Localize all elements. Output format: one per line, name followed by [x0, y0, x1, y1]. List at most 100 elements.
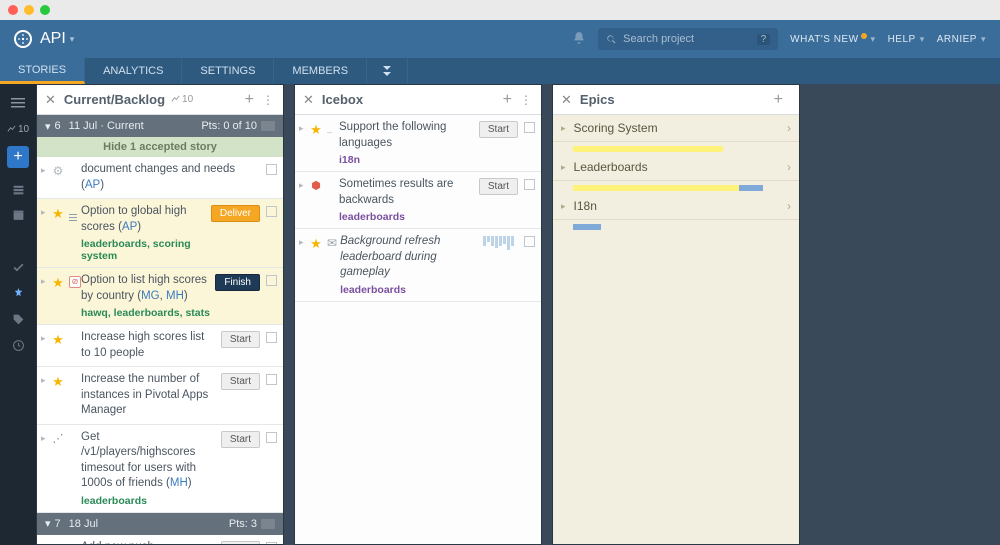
tab-stories[interactable]: STORIES — [0, 58, 85, 84]
story-title: Get /v1/players/highscores timesout for … — [81, 430, 217, 492]
close-panel-icon[interactable]: ✕ — [45, 92, 56, 108]
iteration-date: 18 Jul — [69, 518, 98, 530]
select-checkbox[interactable] — [266, 275, 277, 286]
add-epic-icon[interactable]: + — [774, 91, 783, 109]
start-button[interactable]: Start — [221, 431, 260, 448]
help-link[interactable]: HELP▾ — [888, 34, 925, 45]
tab-collapse-icon[interactable] — [367, 58, 408, 84]
open-epic-icon[interactable]: › — [787, 160, 791, 174]
expand-icon[interactable]: ▸ — [41, 333, 49, 344]
sidebar-my-work-icon[interactable] — [0, 176, 36, 202]
expand-icon[interactable]: ▸ — [299, 237, 307, 248]
epic-row[interactable]: ▸ I18n › — [553, 193, 799, 220]
story-row[interactable]: ▸ ⋰ Get /v1/players/highscores timesout … — [37, 425, 283, 513]
story-labels[interactable]: hawq, leaderboards, stats — [81, 307, 211, 319]
iteration-header[interactable]: ▾ 7 18 Jul Pts: 3 — [37, 513, 283, 535]
expand-icon[interactable]: ▸ — [41, 165, 49, 176]
iteration-header[interactable]: ▾ 6 11 Jul · Current Pts: 0 of 10 — [37, 115, 283, 137]
maximize-window[interactable] — [40, 5, 50, 15]
iteration-chart-icon[interactable] — [261, 121, 275, 131]
start-button[interactable]: Start — [479, 121, 518, 138]
expand-icon[interactable]: ▸ — [561, 201, 566, 212]
minimize-window[interactable] — [24, 5, 34, 15]
panel-menu-icon[interactable]: ⋮ — [520, 93, 533, 107]
sidebar-box-icon[interactable] — [0, 202, 36, 228]
feature-icon: ★ — [51, 374, 65, 390]
accepted-stories-toggle[interactable]: Hide 1 accepted story — [37, 137, 283, 157]
panel-menu-icon[interactable]: ⋮ — [262, 93, 275, 107]
start-button[interactable]: Start — [479, 178, 518, 195]
add-story-icon[interactable]: + — [245, 91, 254, 109]
sidebar-menu-icon[interactable] — [0, 90, 36, 116]
story-row[interactable]: ▸ ★ ⠿ Add new push notifications (see ta… — [37, 535, 283, 544]
story-row[interactable]: ▸ ⚙ document changes and needs (AP) — [37, 157, 283, 199]
expand-icon[interactable]: ▸ — [41, 207, 49, 218]
start-button[interactable]: Start — [221, 373, 260, 390]
project-dropdown-caret[interactable]: ▾ — [70, 34, 75, 45]
expand-icon[interactable]: ▸ — [41, 276, 49, 287]
select-checkbox[interactable] — [524, 122, 535, 133]
deliver-button[interactable]: Deliver — [211, 205, 260, 222]
user-menu[interactable]: ARNIEP▾ — [937, 34, 986, 45]
sidebar-icebox-icon[interactable] — [0, 228, 36, 254]
start-button[interactable]: Start — [221, 541, 260, 544]
notifications-bell-icon[interactable] — [572, 31, 586, 48]
sidebar-done-icon[interactable] — [0, 254, 36, 280]
select-checkbox[interactable] — [266, 542, 277, 544]
story-labels[interactable]: leaderboards — [81, 495, 217, 507]
expand-icon[interactable]: ▸ — [41, 433, 49, 444]
epic-row[interactable]: ▸ Scoring System › — [553, 115, 799, 142]
feature-icon: ★ — [51, 542, 65, 544]
expand-icon[interactable]: ▸ — [41, 375, 49, 386]
select-checkbox[interactable] — [524, 236, 535, 247]
story-row[interactable]: ▸ ★ ⊘ Option to list high scores by coun… — [37, 268, 283, 325]
sidebar-labels-icon[interactable] — [0, 306, 36, 332]
story-labels[interactable]: leaderboards — [339, 211, 475, 223]
sidebar-velocity[interactable]: 10 — [0, 116, 36, 142]
iteration-chart-icon[interactable] — [261, 519, 275, 529]
open-epic-icon[interactable]: › — [787, 199, 791, 213]
project-name[interactable]: API — [40, 30, 66, 48]
collapse-icon: ▾ — [45, 517, 51, 530]
open-epic-icon[interactable]: › — [787, 121, 791, 135]
add-story-icon[interactable]: + — [503, 91, 512, 109]
expand-icon[interactable]: ▸ — [561, 162, 566, 173]
estimate-bars[interactable] — [483, 236, 514, 250]
story-labels[interactable]: leaderboards, scoring system — [81, 238, 207, 262]
story-row[interactable]: ▸ ⬢ Sometimes results are backwards lead… — [295, 172, 541, 229]
select-checkbox[interactable] — [266, 164, 277, 175]
expand-icon[interactable]: ▸ — [41, 543, 49, 544]
estimate — [69, 207, 81, 221]
story-row[interactable]: ▸ ★ _ Support the following languages i1… — [295, 115, 541, 172]
story-row[interactable]: ▸ ★ Increase the number of instances in … — [37, 367, 283, 425]
whats-new-link[interactable]: WHAT'S NEW▾ — [790, 34, 875, 45]
story-row[interactable]: ▸ ★ Increase high scores list to 10 peop… — [37, 325, 283, 367]
epic-row[interactable]: ▸ Leaderboards › — [553, 154, 799, 181]
select-checkbox[interactable] — [266, 332, 277, 343]
close-panel-icon[interactable]: ✕ — [561, 92, 572, 108]
story-labels[interactable]: leaderboards — [340, 284, 483, 296]
story-labels[interactable]: i18n — [339, 154, 475, 166]
add-story-button[interactable]: + — [7, 146, 29, 168]
finish-button[interactable]: Finish — [215, 274, 260, 291]
start-button[interactable]: Start — [221, 331, 260, 348]
expand-icon[interactable]: ▸ — [561, 123, 566, 134]
expand-icon[interactable]: ▸ — [299, 123, 307, 134]
tab-members[interactable]: MEMBERS — [274, 58, 367, 84]
story-row[interactable]: ▸ ★ ✉ Background refresh leaderboard dur… — [295, 229, 541, 302]
select-checkbox[interactable] — [266, 206, 277, 217]
panel-velocity[interactable]: 10 — [171, 94, 193, 105]
tab-analytics[interactable]: ANALYTICS — [85, 58, 182, 84]
close-panel-icon[interactable]: ✕ — [303, 92, 314, 108]
select-checkbox[interactable] — [266, 374, 277, 385]
tab-settings[interactable]: SETTINGS — [182, 58, 274, 84]
sidebar-epics-icon[interactable] — [0, 280, 36, 306]
select-checkbox[interactable] — [524, 179, 535, 190]
sidebar-history-icon[interactable] — [0, 332, 36, 358]
expand-icon[interactable]: ▸ — [299, 180, 307, 191]
select-checkbox[interactable] — [266, 432, 277, 443]
panel-header: ✕ Current/Backlog 10 + ⋮ — [37, 85, 283, 115]
close-window[interactable] — [8, 5, 18, 15]
search-input[interactable]: Search project ? — [598, 28, 778, 50]
story-row[interactable]: ▸ ★ Option to global high scores (AP) le… — [37, 199, 283, 268]
